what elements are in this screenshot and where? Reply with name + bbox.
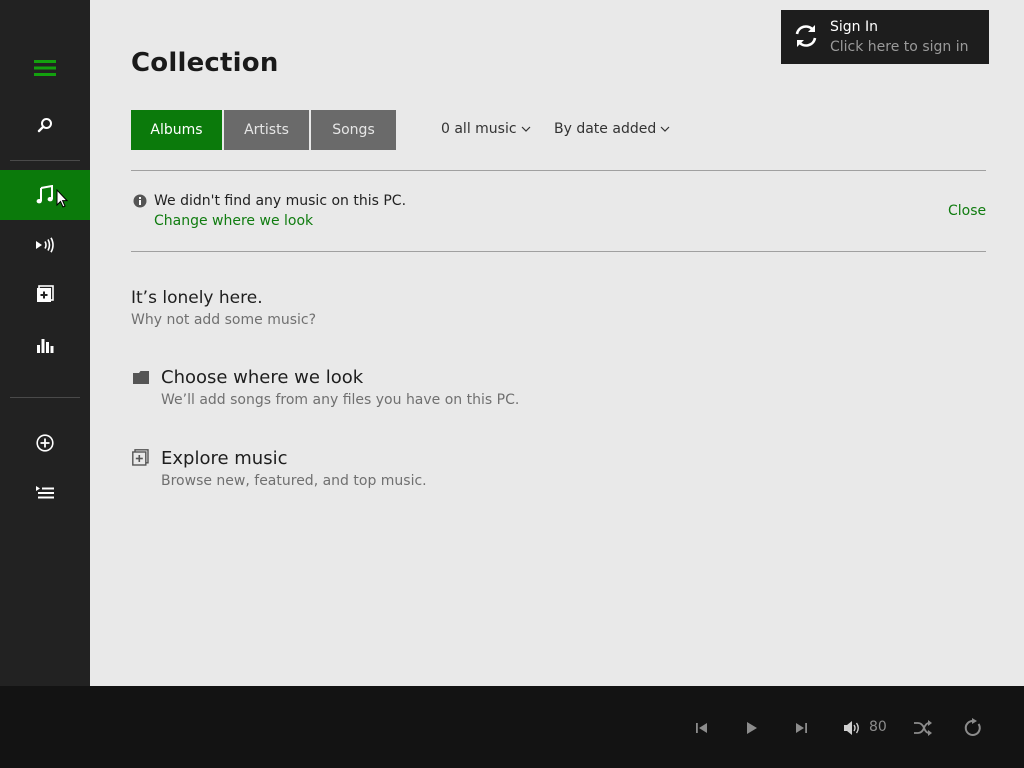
sidebar-item-now-playing[interactable] [0,220,90,270]
repeat-button[interactable] [962,717,984,739]
sign-in-button[interactable]: Sign In Click here to sign in [781,10,989,64]
sidebar [0,0,90,686]
choose-where-we-look-link[interactable]: Choose where we look [161,367,363,388]
main-content: Collection Sign In Click here to sign in… [90,0,1024,686]
sidebar-divider [10,397,80,398]
shuffle-icon [914,720,932,736]
tab-artists[interactable]: Artists [224,110,309,150]
radio-icon [36,237,54,253]
play-button[interactable] [741,717,763,739]
hamburger-icon [34,60,56,76]
previous-icon [696,723,707,733]
shuffle-button[interactable] [912,717,934,739]
explore-icon [132,449,149,466]
info-icon [133,194,147,208]
chevron-down-icon [660,126,670,132]
sign-in-title: Sign In [830,19,878,35]
tab-songs[interactable]: Songs [311,110,396,150]
next-icon [796,723,807,733]
empty-state-title: It’s lonely here. [131,288,263,308]
source-filter-label: 0 all music [441,121,517,137]
hamburger-menu-button[interactable] [0,43,90,93]
volume-level: 80 [869,719,887,735]
change-where-we-look-link[interactable]: Change where we look [154,213,313,229]
divider [131,251,986,252]
folder-icon [133,371,149,384]
search-button[interactable] [0,100,90,150]
add-circle-icon [36,434,54,452]
empty-state-subtitle: Why not add some music? [131,312,317,328]
previous-button[interactable] [691,717,713,739]
music-note-icon [36,185,53,204]
play-icon [747,722,757,734]
sync-icon [795,25,817,47]
explore-music-description: Browse new, featured, and top music. [161,473,427,489]
playlist-icon [36,486,54,499]
repeat-icon [964,718,981,736]
sort-label: By date added [554,121,657,137]
player-bar: 80 [0,686,1024,768]
divider [131,170,986,171]
sidebar-divider [10,160,80,161]
sort-dropdown[interactable]: By date added [554,121,670,137]
search-icon [37,118,52,133]
next-button[interactable] [790,717,812,739]
mouse-cursor-icon [56,189,68,208]
new-playlist-button[interactable] [0,418,90,468]
explore-music-link[interactable]: Explore music [161,448,287,469]
volume-icon [844,721,859,735]
choose-where-we-look-description: We’ll add songs from any files you have … [161,392,520,408]
sidebar-item-charts[interactable] [0,320,90,370]
volume-button[interactable] [841,717,863,739]
sign-in-subtitle: Click here to sign in [830,39,969,55]
page-title: Collection [131,48,279,78]
sidebar-item-explore[interactable] [0,269,90,319]
explore-icon [37,285,54,302]
sidebar-item-collection[interactable] [0,170,90,220]
playlists-button[interactable] [0,468,90,518]
close-notice-button[interactable]: Close [948,203,986,219]
tab-albums[interactable]: Albums [131,110,222,150]
chevron-down-icon [521,126,530,132]
source-filter-dropdown[interactable]: 0 all music [441,121,531,137]
bar-chart-icon [37,339,54,353]
notice-message: We didn't find any music on this PC. [154,193,407,209]
